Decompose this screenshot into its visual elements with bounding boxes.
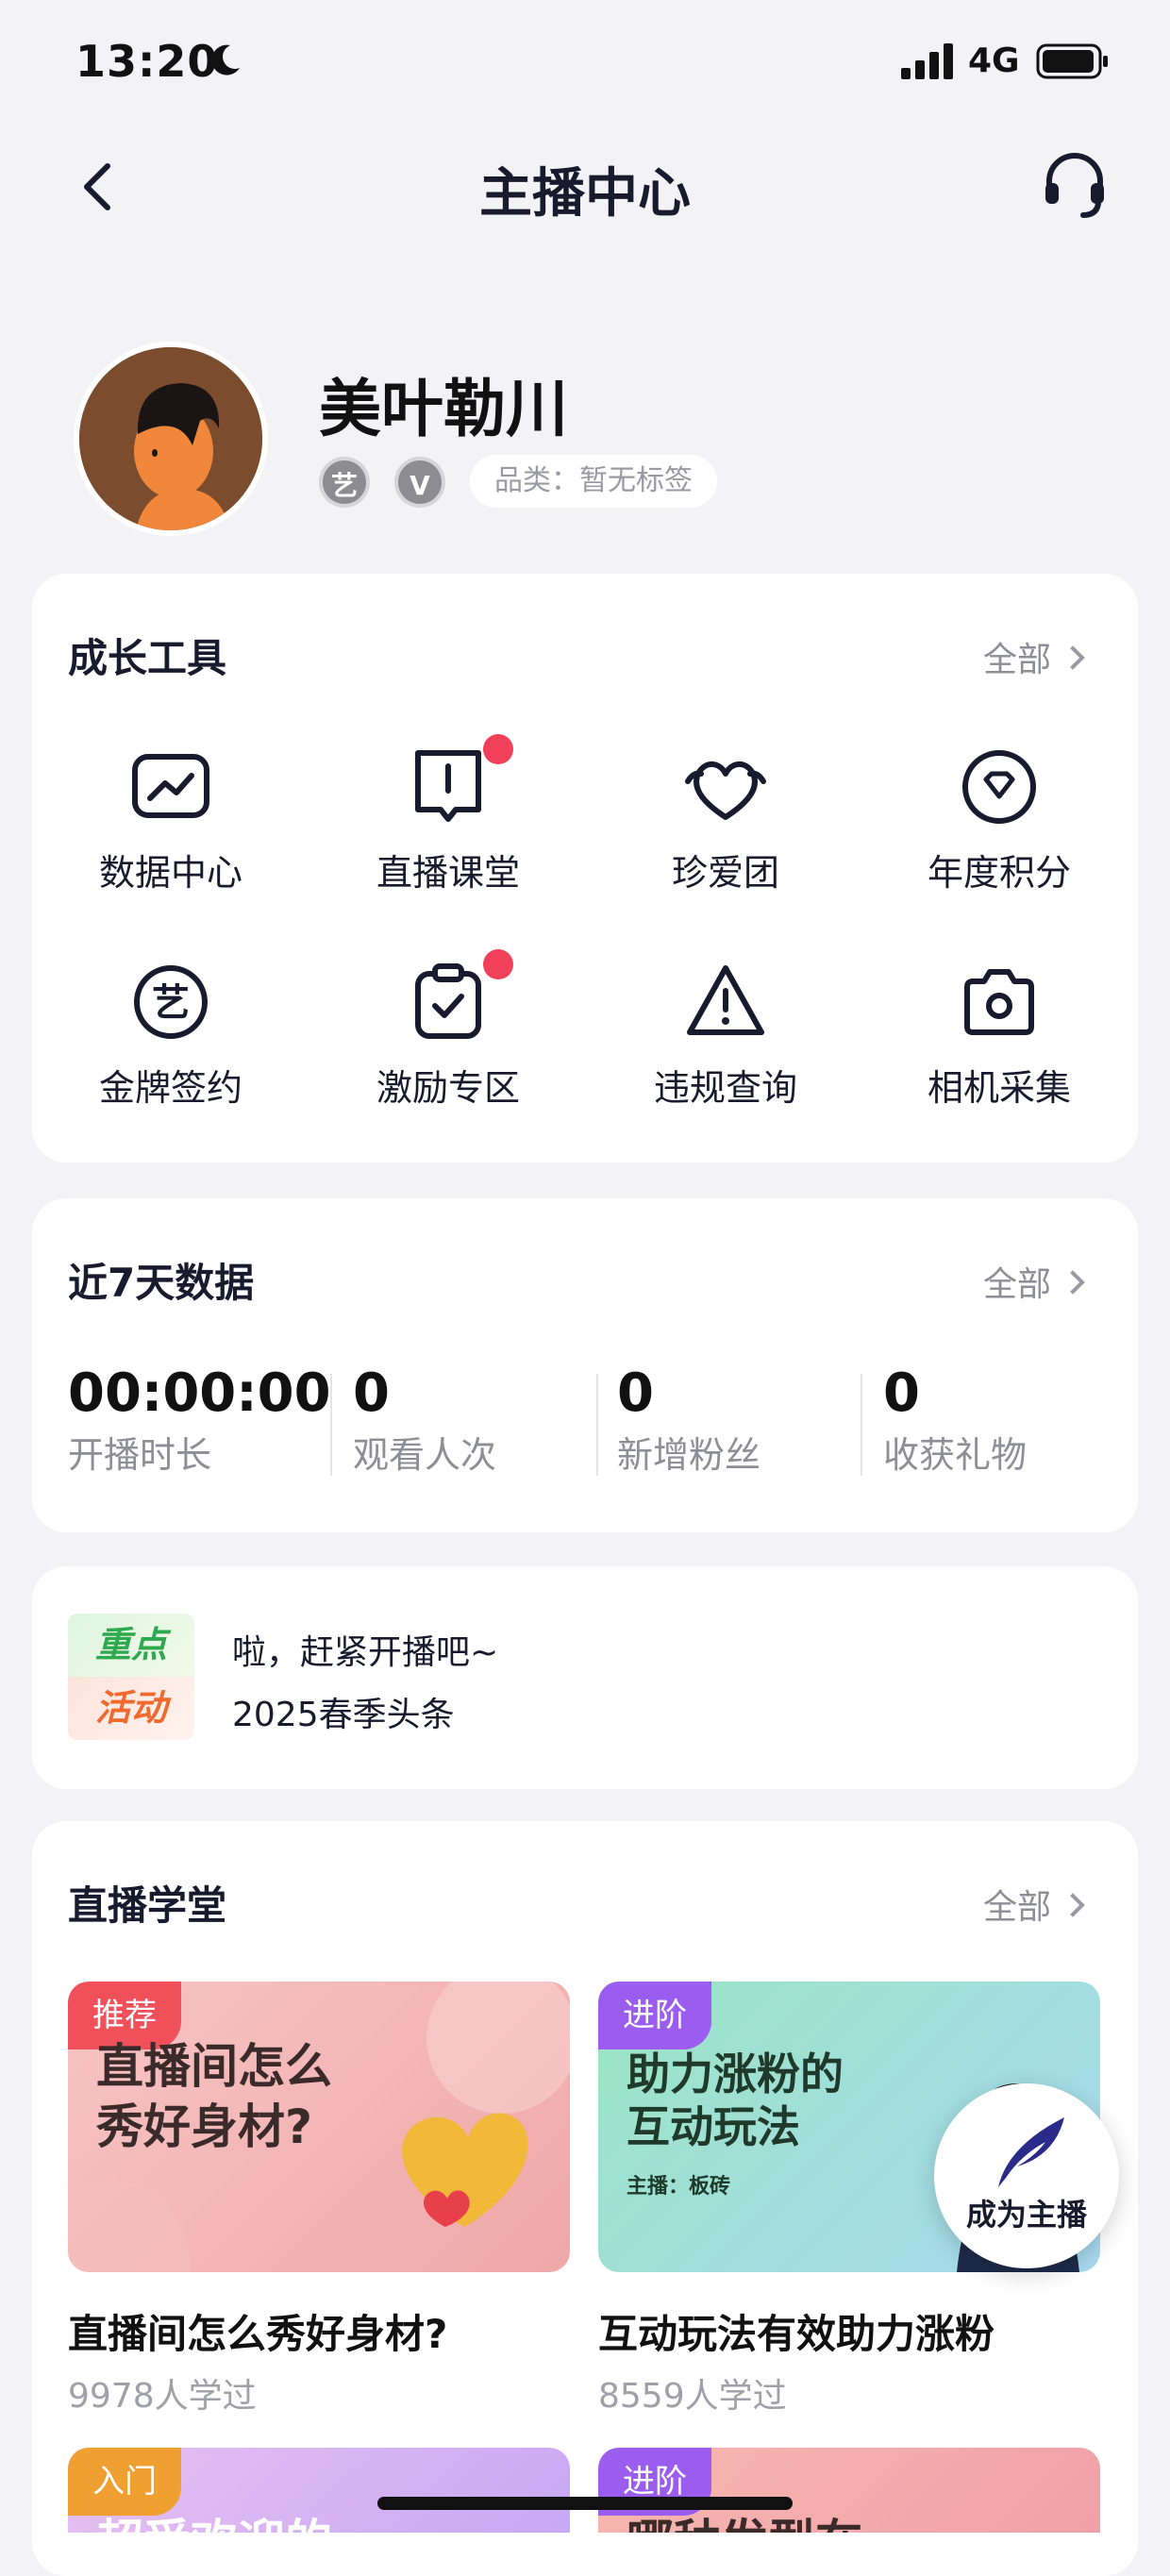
course-tag: 进阶	[598, 1982, 711, 2049]
heart-icon	[685, 761, 766, 820]
course-thumbnail[interactable]: 入门 超受欢迎的	[68, 2448, 570, 2533]
tool-label: 珍爱团	[671, 852, 779, 894]
more-label: 全部	[983, 1888, 1052, 1927]
svg-text:艺: 艺	[152, 981, 190, 1025]
chart-icon	[132, 754, 209, 818]
tool-live-class[interactable]: 直播课堂	[309, 744, 587, 895]
more-label: 全部	[983, 1265, 1052, 1304]
tool-gold-contract[interactable]: 艺 金牌签约	[32, 959, 309, 1111]
home-indicator[interactable]	[377, 2497, 793, 2510]
stat-label: 开播时长	[68, 1434, 212, 1476]
headset-icon[interactable]	[1042, 149, 1108, 221]
stat-viewers[interactable]: 0 观看人次	[353, 1363, 496, 1478]
live-school-more-link[interactable]: 全部	[983, 1880, 1085, 1929]
growth-tools-more-link[interactable]: 全部	[983, 632, 1085, 681]
moon-icon	[211, 44, 240, 75]
tool-label: 年度积分	[927, 852, 1071, 894]
promo-line-2: 2025春季头条	[232, 1696, 455, 1734]
tool-label: 金牌签约	[98, 1067, 242, 1109]
promo-badge: 重点 活动	[68, 1614, 194, 1740]
stat-label: 观看人次	[353, 1434, 497, 1476]
status-time: 13:20	[75, 36, 219, 87]
course-title[interactable]: 直播间怎么秀好身材?	[68, 2302, 447, 2360]
verified-badge: V	[394, 457, 445, 508]
tool-annual-points[interactable]: 年度积分	[861, 744, 1138, 895]
tool-data-center[interactable]: 数据中心	[32, 744, 309, 895]
chevron-right-icon	[1061, 645, 1085, 670]
weekly-data-more-link[interactable]: 全部	[983, 1257, 1085, 1306]
book-icon	[415, 750, 481, 822]
tool-fan-club[interactable]: 珍爱团	[587, 744, 864, 895]
course-thumbnail[interactable]: 推荐 直播间怎么 秀好身材?	[68, 1982, 570, 2272]
stat-label: 收获礼物	[883, 1434, 1028, 1476]
divider	[596, 1374, 598, 1476]
thumb-line: 助力涨粉的	[627, 2049, 844, 2099]
notification-dot	[483, 734, 513, 764]
tool-camera-capture[interactable]: 相机采集	[861, 959, 1138, 1111]
battery-icon	[1036, 43, 1108, 79]
thumb-presenter: 主播：板砖	[627, 2175, 731, 2199]
clipboard-check-icon	[415, 963, 481, 1039]
promo-line-1: 啦，赶紧开播吧~	[232, 1633, 499, 1672]
stat-gifts[interactable]: 0 收获礼物	[883, 1363, 1027, 1478]
stat-value: 0	[883, 1363, 920, 1424]
diamond-icon	[962, 750, 1036, 824]
anchor-name: 美叶勒川	[319, 373, 568, 445]
feather-icon	[998, 2117, 1064, 2187]
avatar-illustration	[79, 347, 262, 530]
course-learners: 9978人学过	[68, 2377, 257, 2416]
thumb-line: 超受欢迎的	[96, 2504, 332, 2533]
growth-tools-title: 成长工具	[68, 635, 227, 681]
course-thumbnail[interactable]: 进阶 哪种发型在	[598, 2448, 1100, 2533]
tool-incentive-zone[interactable]: 激励专区	[309, 959, 587, 1111]
promo-badge-bottom: 活动	[68, 1677, 194, 1740]
chevron-right-icon	[1061, 1270, 1085, 1295]
promo-card[interactable]	[32, 1566, 1138, 1789]
more-label: 全部	[983, 641, 1052, 679]
warning-icon	[687, 965, 764, 1035]
tool-label: 激励专区	[376, 1067, 520, 1109]
become-anchor-button[interactable]: 成为主播	[934, 2083, 1119, 2268]
stat-value: 0	[353, 1363, 390, 1424]
tool-label: 相机采集	[927, 1067, 1071, 1109]
yi-circle-icon: 艺	[134, 965, 208, 1039]
live-school-title: 直播学堂	[68, 1882, 227, 1929]
stat-label: 新增粉丝	[617, 1434, 761, 1476]
tool-label: 数据中心	[98, 852, 242, 894]
divider	[861, 1374, 862, 1476]
stat-value: 0	[617, 1363, 654, 1424]
avatar[interactable]	[74, 342, 268, 536]
tool-label: 违规查询	[653, 1067, 797, 1109]
thumb-line: 互动玩法	[627, 2101, 800, 2152]
tool-label: 直播课堂	[376, 852, 520, 894]
stat-value: 00:00:00	[68, 1363, 331, 1424]
fab-label: 成为主播	[965, 2197, 1087, 2233]
stat-live-duration[interactable]: 00:00:00 开播时长	[68, 1363, 331, 1478]
art-badge: 艺	[319, 457, 370, 508]
network-type: 4G	[968, 42, 1020, 80]
thumb-line: 秀好身材?	[96, 2099, 313, 2154]
promo-badge-top: 重点	[68, 1614, 194, 1677]
thumb-line: 直播间怎么	[96, 2039, 332, 2094]
chevron-right-icon	[1061, 1893, 1085, 1917]
divider	[330, 1374, 332, 1476]
page-title: 主播中心	[479, 163, 691, 225]
tool-violation-query[interactable]: 违规查询	[587, 959, 864, 1111]
notification-dot	[483, 949, 513, 979]
stat-new-fans[interactable]: 0 新增粉丝	[617, 1363, 760, 1478]
weekly-data-title: 近7天数据	[68, 1260, 255, 1306]
course-learners: 8559人学过	[598, 2377, 787, 2416]
thumb-headline: 直播间怎么 秀好身材?	[96, 2036, 332, 2157]
course-title[interactable]: 互动玩法有效助力涨粉	[598, 2302, 994, 2360]
camera-icon	[964, 969, 1034, 1035]
signal-icon	[901, 43, 953, 79]
thumb-headline: 助力涨粉的 互动玩法 主播：板砖	[627, 2048, 844, 2214]
category-tag: 品类：暂无标签	[470, 455, 717, 508]
